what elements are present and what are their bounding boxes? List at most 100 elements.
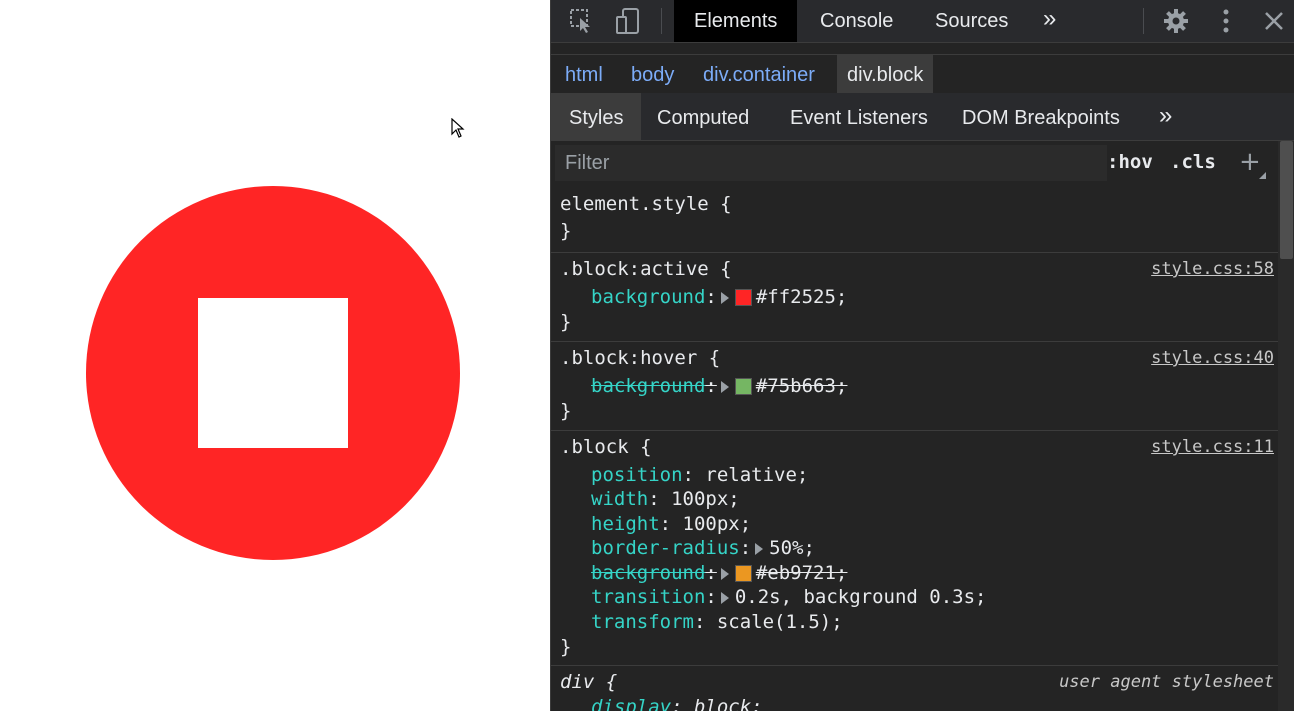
source-link[interactable]: style.css:40 <box>1151 346 1274 370</box>
colon: : <box>659 513 683 535</box>
rule-close-brace: } <box>560 311 572 333</box>
colon: : <box>693 611 717 633</box>
declaration-transition[interactable]: transition: 0.2s, background 0.3s; <box>591 585 987 609</box>
expand-triangle-icon[interactable] <box>720 380 729 393</box>
property-value: 100px; <box>682 513 752 535</box>
user-agent-label: user agent stylesheet <box>1059 672 1274 692</box>
rule-div-user-agent: div { user agent stylesheet display: blo… <box>551 665 1278 711</box>
property-name: background <box>591 375 706 397</box>
tab-elements[interactable]: Elements <box>674 0 798 42</box>
colon: : <box>705 375 717 397</box>
scrollbar-thumb[interactable] <box>1280 141 1293 259</box>
rule-selector[interactable]: .block:active { <box>560 257 732 281</box>
property-name: position <box>591 464 683 486</box>
declaration-display[interactable]: display: block; <box>591 695 763 711</box>
page-preview <box>0 0 550 711</box>
color-swatch[interactable] <box>734 378 752 395</box>
colon: : <box>705 286 717 308</box>
hov-toggle[interactable]: :hov <box>1107 151 1153 173</box>
more-subtabs-icon[interactable]: » <box>1141 93 1190 140</box>
property-value: #ff2525; <box>755 286 848 308</box>
styles-pane: element.style { } .block:active { style.… <box>551 188 1278 711</box>
rule-selector[interactable]: div { <box>560 670 617 694</box>
property-name: background <box>591 562 706 584</box>
mouse-pointer-icon <box>451 118 465 138</box>
property-name: background <box>591 286 706 308</box>
filter-input[interactable] <box>555 145 1107 181</box>
property-value: #eb9721; <box>755 562 848 584</box>
color-swatch[interactable] <box>734 565 752 582</box>
colon: : <box>739 537 752 559</box>
device-toolbar-icon[interactable] <box>613 6 643 36</box>
rule-selector[interactable]: .block:hover { <box>560 346 720 370</box>
property-name: display <box>591 696 672 711</box>
declaration-background-overridden[interactable]: background: #75b663; <box>591 374 847 398</box>
declaration-position[interactable]: position: relative; <box>591 463 808 487</box>
property-value: 100px; <box>671 488 740 510</box>
new-rule-menu-corner-icon[interactable] <box>1259 172 1266 179</box>
source-link[interactable]: style.css:58 <box>1151 257 1274 281</box>
rule-block-hover: .block:hover { style.css:40 background: #… <box>551 341 1278 430</box>
kebab-menu-icon[interactable] <box>1211 6 1241 36</box>
declaration-background[interactable]: background: #ff2525; <box>591 285 847 309</box>
property-name: transition <box>591 586 706 608</box>
declaration-border-radius[interactable]: border-radius: 50%; <box>591 536 815 560</box>
tab-dom-breakpoints[interactable]: DOM Breakpoints <box>944 93 1138 140</box>
tab-console[interactable]: Console <box>800 0 913 42</box>
tab-computed[interactable]: Computed <box>639 93 767 140</box>
rule-block: .block { style.css:11 position: relative… <box>551 430 1278 665</box>
property-value: 0.2s, background 0.3s; <box>734 586 987 608</box>
styles-filter-bar: :hov .cls + <box>551 141 1278 187</box>
rule-element-style: element.style { } <box>551 188 1278 251</box>
property-value: block; <box>693 696 763 711</box>
property-name: transform <box>591 611 694 633</box>
breadcrumb-div-container[interactable]: div.container <box>693 55 825 93</box>
colon: : <box>671 696 694 711</box>
rule-selector[interactable]: element.style { <box>560 192 732 216</box>
tab-sources[interactable]: Sources <box>915 0 1028 42</box>
cls-toggle[interactable]: .cls <box>1170 151 1216 173</box>
property-value: relative; <box>705 464 809 486</box>
breadcrumb-body[interactable]: body <box>621 55 684 93</box>
property-value: scale(1.5); <box>716 611 843 633</box>
property-name: border-radius <box>591 537 740 559</box>
devtools-toolbar: Elements Console Sources » <box>551 0 1294 43</box>
expand-triangle-icon[interactable] <box>720 291 729 304</box>
breadcrumb-html[interactable]: html <box>555 55 613 93</box>
rule-block-active: .block:active { style.css:58 background:… <box>551 252 1278 341</box>
stop-square <box>198 298 348 448</box>
tab-event-listeners[interactable]: Event Listeners <box>772 93 946 140</box>
colon: : <box>648 488 672 510</box>
more-tabs-icon[interactable]: » <box>1023 0 1076 42</box>
rule-close-brace: } <box>560 636 572 658</box>
declaration-background-overridden[interactable]: background: #eb9721; <box>591 561 847 585</box>
property-value: 50%; <box>769 537 815 559</box>
expand-triangle-icon[interactable] <box>720 591 729 604</box>
source-link[interactable]: style.css:11 <box>1151 435 1274 459</box>
tab-styles[interactable]: Styles <box>551 93 642 140</box>
declaration-transform[interactable]: transform: scale(1.5); <box>591 610 843 634</box>
property-value: #75b663; <box>755 375 848 397</box>
colon: : <box>705 586 717 608</box>
breadcrumb-div-block[interactable]: div.block <box>837 55 934 93</box>
new-style-rule-icon[interactable]: + <box>1239 147 1261 177</box>
toolbar-divider <box>661 8 662 34</box>
rule-close-brace: } <box>560 400 572 422</box>
sidebar-tabs: Styles Computed Event Listeners DOM Brea… <box>551 93 1294 141</box>
colon: : <box>682 464 706 486</box>
declaration-width[interactable]: width: 100px; <box>591 487 740 511</box>
declaration-height[interactable]: height: 100px; <box>591 512 751 536</box>
property-name: width <box>591 488 649 510</box>
inspect-element-icon[interactable] <box>567 6 597 36</box>
dom-tree-edge <box>551 43 1294 53</box>
colon: : <box>705 562 717 584</box>
expand-triangle-icon[interactable] <box>720 567 729 580</box>
expand-triangle-icon[interactable] <box>755 542 764 555</box>
gear-icon[interactable] <box>1161 6 1191 36</box>
rule-selector[interactable]: .block { <box>560 435 652 459</box>
close-icon[interactable] <box>1259 6 1289 36</box>
breadcrumb: html body div.container div.block <box>551 54 1294 94</box>
property-name: height <box>591 513 660 535</box>
color-swatch[interactable] <box>734 289 752 306</box>
rule-close-brace: } <box>560 220 572 242</box>
